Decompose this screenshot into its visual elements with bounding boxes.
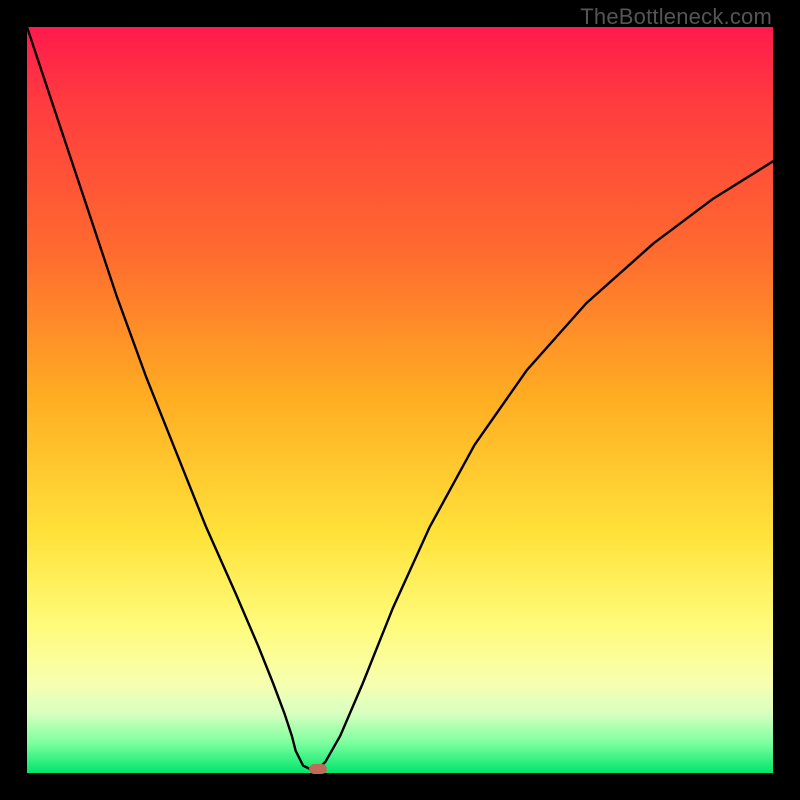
chart-frame: TheBottleneck.com [0, 0, 800, 800]
notch-marker [309, 764, 327, 774]
plot-area [27, 27, 773, 773]
watermark-text: TheBottleneck.com [580, 4, 772, 30]
bottleneck-curve [27, 27, 773, 773]
